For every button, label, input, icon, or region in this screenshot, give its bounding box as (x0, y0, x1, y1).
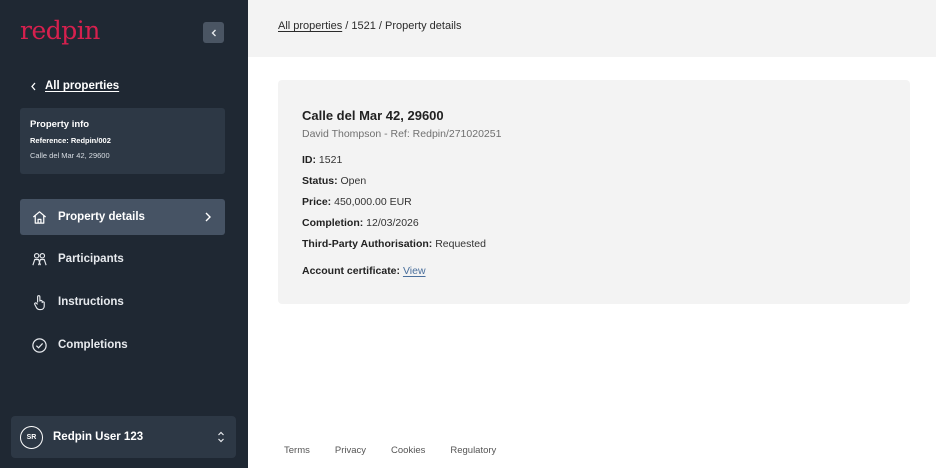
user-name: Redpin User 123 (53, 431, 144, 443)
detail-row-status: Status: Open (302, 175, 910, 196)
back-link-label: All properties (45, 80, 120, 92)
footer: Terms Privacy Cookies Regulatory (284, 445, 521, 456)
detail-value: Requested (435, 238, 486, 250)
chevron-left-icon (211, 29, 216, 36)
footer-link-cookies[interactable]: Cookies (391, 445, 425, 456)
breadcrumb-separator: / (375, 20, 386, 32)
detail-value: 1521 (318, 154, 343, 166)
detail-value: Open (340, 175, 367, 187)
user-menu[interactable]: SR Redpin User 123 (11, 416, 236, 458)
people-icon (30, 250, 48, 268)
sidebar-item-participants[interactable]: Participants (20, 241, 225, 277)
back-to-all-properties-link[interactable]: All properties (30, 80, 119, 92)
chevron-left-icon (31, 82, 36, 90)
property-info-title: Property info (30, 119, 90, 130)
sidebar-item-label: Completions (58, 339, 128, 351)
sidebar-item-property-details[interactable]: Property details (20, 199, 225, 235)
sidebar-item-label: Instructions (58, 296, 124, 308)
property-info-card: Property info Reference: Redpin/002 Call… (20, 108, 225, 174)
chevron-right-icon (205, 212, 211, 222)
breadcrumb-separator: / (342, 20, 352, 32)
detail-row-third-party-authorisation: Third-Party Authorisation: Requested (302, 238, 910, 259)
detail-label: Status: (302, 175, 338, 187)
collapse-sidebar-button[interactable] (203, 22, 224, 43)
footer-link-privacy[interactable]: Privacy (335, 445, 366, 456)
sidebar-item-label: Property details (58, 211, 145, 223)
avatar: SR (20, 425, 43, 449)
detail-value: 12/03/2026 (366, 217, 419, 229)
property-details-card: Calle del Mar 42, 29600 David Thompson -… (278, 80, 910, 304)
detail-label: Completion: (302, 217, 364, 229)
detail-row-completion: Completion: 12/03/2026 (302, 217, 910, 238)
check-circle-icon (30, 336, 48, 354)
breadcrumb-property-id: 1521 (351, 20, 376, 32)
detail-row-price: Price: 450,000.00 EUR (302, 196, 910, 217)
redpin-logo[interactable]: redpin (20, 16, 100, 45)
property-reference: Reference: Redpin/002 (30, 136, 111, 145)
property-title: Calle del Mar 42, 29600 (302, 108, 444, 123)
detail-label: Price: (302, 196, 332, 208)
sidebar-item-label: Participants (58, 253, 124, 265)
chevron-up-down-icon (218, 431, 224, 443)
top-bar: All properties / 1521 / Property details (248, 0, 936, 57)
property-address: Calle del Mar 42, 29600 (30, 151, 110, 160)
home-icon (30, 208, 48, 226)
breadcrumb-current: Property details (385, 20, 462, 32)
detail-value: 450,000.00 EUR (334, 196, 412, 208)
property-subtitle: David Thompson - Ref: Redpin/271020251 (302, 128, 502, 140)
breadcrumb: All properties / 1521 / Property details (278, 20, 461, 32)
footer-link-regulatory[interactable]: Regulatory (450, 445, 496, 456)
sidebar-item-completions[interactable]: Completions (20, 327, 225, 363)
detail-label: ID: (302, 154, 316, 166)
sidebar: redpin All properties Property info Refe… (0, 0, 248, 468)
footer-link-terms[interactable]: Terms (284, 445, 310, 456)
breadcrumb-all-properties-link[interactable]: All properties (278, 20, 342, 32)
detail-label: Third-Party Authorisation: (302, 238, 433, 250)
detail-row-account-certificate: Account certificate: View (302, 265, 910, 286)
detail-label: Account certificate: (302, 265, 401, 277)
detail-row-id: ID: 1521 (302, 154, 910, 175)
sidebar-item-instructions[interactable]: Instructions (20, 284, 225, 320)
hand-pointer-icon (30, 293, 48, 311)
view-certificate-link[interactable]: View (403, 265, 426, 277)
